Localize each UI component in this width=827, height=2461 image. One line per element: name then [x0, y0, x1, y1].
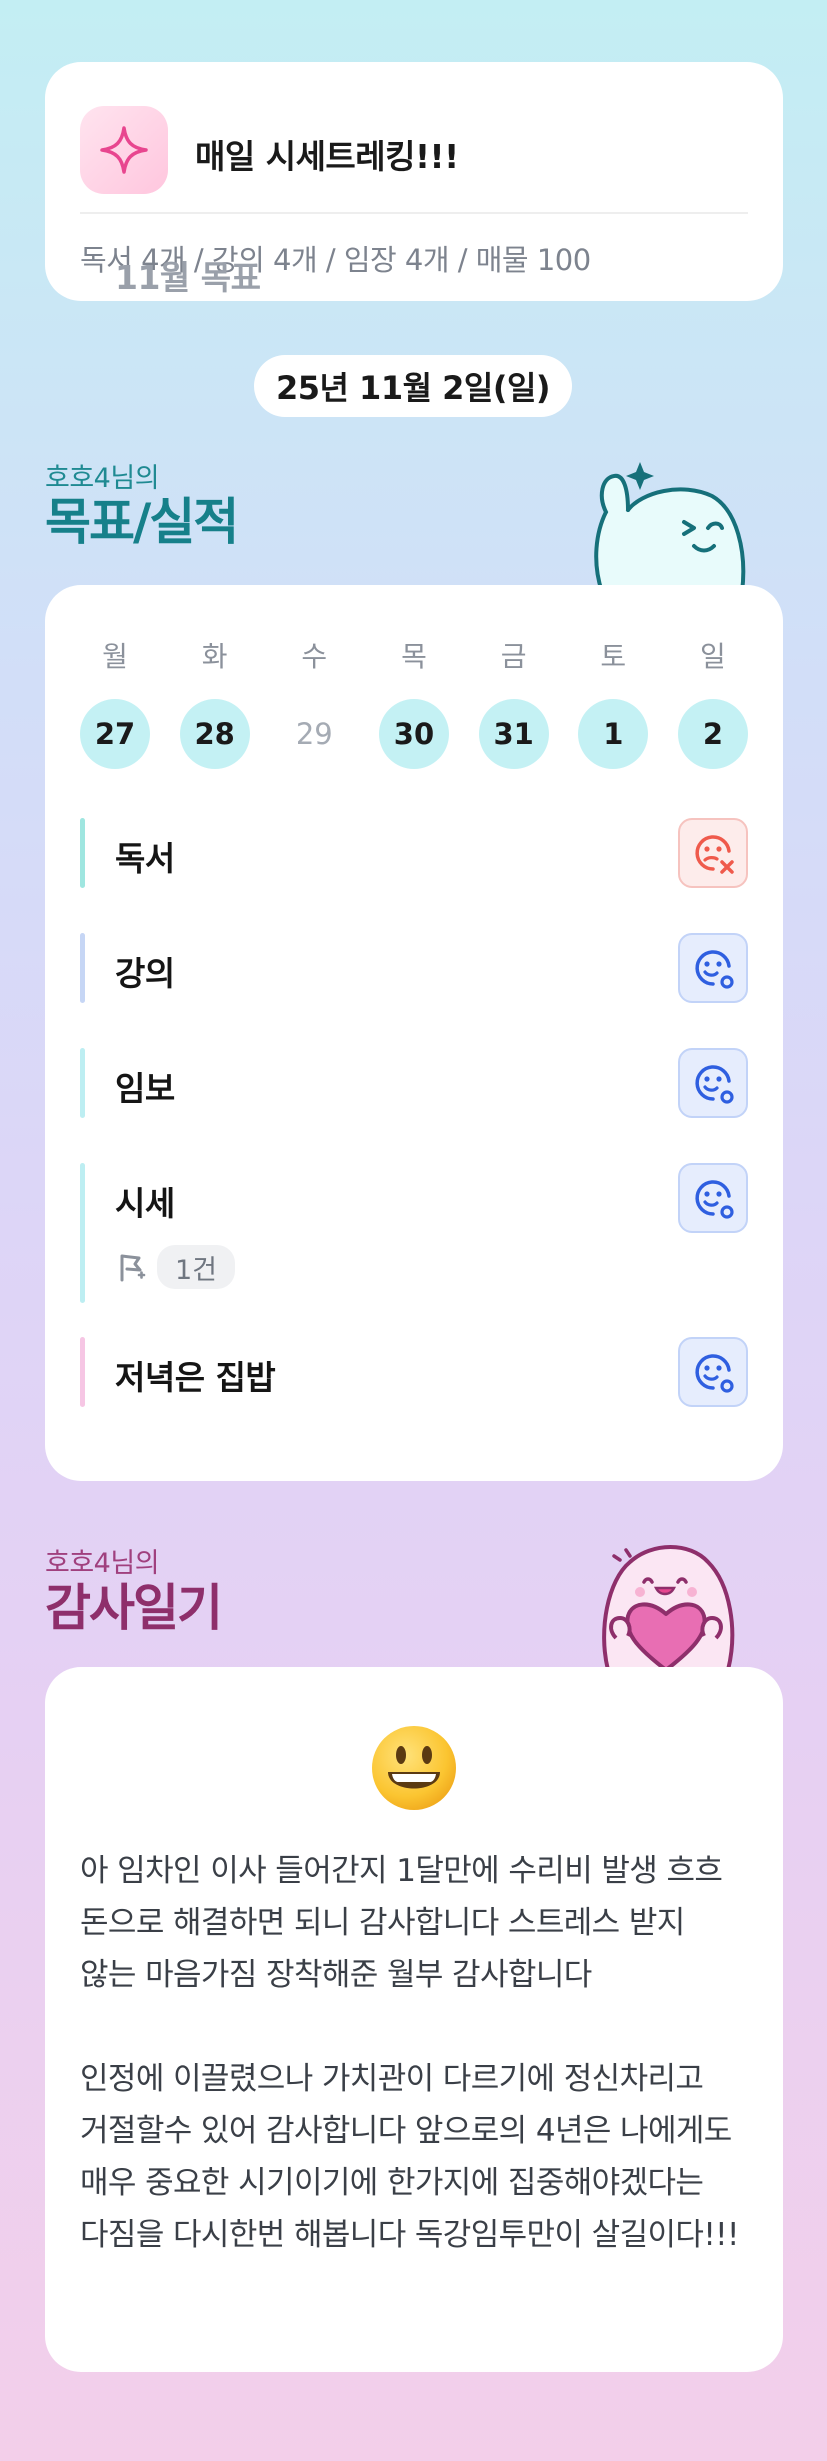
day-cell[interactable]: 30: [378, 699, 449, 769]
weekday-row: 월 화 수 목 금 토 일: [80, 635, 748, 675]
goal-accent-bar: [80, 933, 85, 1003]
goal-accent-bar: [80, 818, 85, 888]
goal-accent-bar: [80, 1163, 85, 1303]
goal-item-price[interactable]: 시세 1건: [80, 1163, 748, 1303]
price-sub-row: 1건: [115, 1245, 236, 1289]
weekday-label: 월: [102, 640, 128, 673]
goal-label: 강의: [115, 954, 175, 993]
goals-title: 목표/실적: [45, 493, 239, 551]
diary-text: 아 임차인 이사 들어간지 1달만에 수리비 발생 흐흐 돈으로 해결하면 되니…: [80, 1853, 739, 2253]
weekday-label: 토: [600, 640, 627, 673]
goals-card: 월 화 수 목 금 토 일 27 28 29 30 31 1 2 독서 강의 임…: [45, 585, 783, 1481]
grinning-face-icon: [372, 1726, 456, 1810]
sparkle-icon: [80, 106, 168, 194]
ok-face-icon[interactable]: [678, 1337, 748, 1407]
diary-title: 감사일기: [45, 1579, 223, 1637]
header-title: 매일 시세트레킹!!!: [195, 137, 459, 176]
goal-accent-bar: [80, 1048, 85, 1118]
goal-label: 독서: [115, 839, 175, 878]
ok-face-icon[interactable]: [678, 1048, 748, 1118]
week-date-row: 27 28 29 30 31 1 2: [80, 699, 748, 769]
goal-accent-bar: [80, 1337, 85, 1407]
date-selector[interactable]: 25년 11월 2일(일): [254, 355, 572, 417]
weekday-label: 목: [401, 640, 427, 673]
goal-item-report[interactable]: 임보: [80, 1048, 748, 1118]
header-card: 매일 시세트레킹!!! 11월 목표 독서 4개 / 강의 4개 / 임장 4개…: [45, 62, 783, 301]
day-cell[interactable]: 28: [179, 699, 250, 769]
goal-label: 11월 목표: [115, 258, 261, 297]
day-cell[interactable]: 1: [578, 699, 649, 769]
weekday-label: 금: [500, 640, 527, 673]
day-cell[interactable]: 27: [80, 699, 150, 769]
divider: [80, 212, 748, 214]
gratitude-diary-card: 아 임차인 이사 들어간지 1달만에 수리비 발생 흐흐 돈으로 해결하면 되니…: [45, 1667, 783, 2372]
goal-label: 저녁은 집밥: [115, 1358, 276, 1397]
fail-face-icon[interactable]: [678, 818, 748, 888]
ghost-mascot-icon: [594, 462, 746, 592]
weekday-label: 수: [301, 640, 328, 673]
count-badge: 1건: [157, 1245, 236, 1289]
weekday-label: 일: [700, 640, 726, 673]
goal-item-lecture[interactable]: 강의: [80, 933, 748, 1003]
goal-item-reading[interactable]: 독서: [80, 818, 748, 888]
monthly-goal: 11월 목표 독서 4개 / 강의 4개 / 임장 4개 / 매물 100: [80, 237, 591, 297]
ok-face-icon[interactable]: [678, 933, 748, 1003]
heart-mascot-icon: [602, 1545, 735, 1670]
weekday-label: 화: [201, 640, 228, 673]
day-cell[interactable]: 2: [677, 699, 748, 769]
goal-item-dinner[interactable]: 저녁은 집밥: [80, 1337, 748, 1407]
flag-icon: [120, 1254, 146, 1282]
goal-label: 시세: [115, 1184, 175, 1223]
day-cell[interactable]: 29: [279, 699, 349, 769]
ok-face-icon[interactable]: [678, 1163, 748, 1233]
goal-label: 임보: [115, 1069, 175, 1108]
day-cell[interactable]: 31: [478, 699, 549, 769]
